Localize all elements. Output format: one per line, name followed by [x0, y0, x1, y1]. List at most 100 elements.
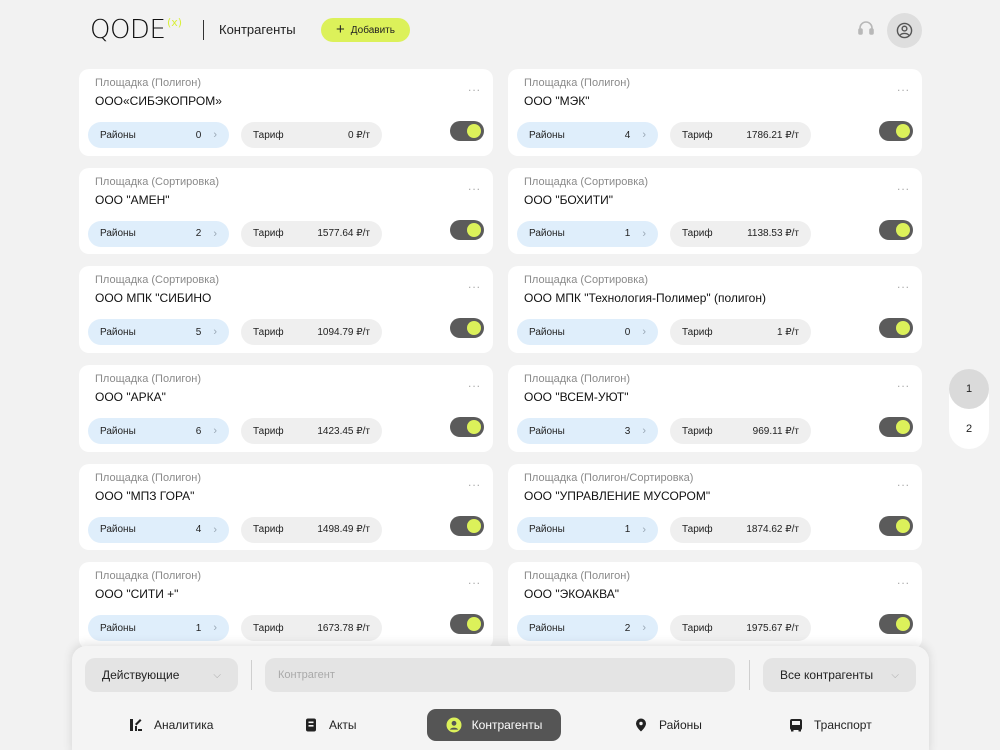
- card-type: Площадка (Сортировка): [95, 175, 220, 188]
- counterparty-card[interactable]: Площадка (Полигон) ООО "МЭК" ... Районы …: [508, 69, 922, 156]
- active-toggle[interactable]: [879, 219, 913, 240]
- status-select[interactable]: Действующие ⌵: [85, 658, 238, 692]
- nav-item-label: Акты: [329, 718, 357, 732]
- tariff-value: 0 ₽/т: [347, 129, 370, 141]
- tariff-label: Тариф: [682, 129, 713, 141]
- counterparty-card[interactable]: Площадка (Полигон) ООО "МПЗ ГОРА" ... Ра…: [79, 463, 493, 551]
- more-icon[interactable]: ...: [897, 377, 910, 389]
- nav-item-transport[interactable]: Транспорт: [772, 709, 888, 741]
- profile-button[interactable]: [887, 13, 922, 48]
- districts-button[interactable]: Районы 1 ›: [88, 615, 229, 642]
- nav-item-label: Контрагенты: [471, 718, 543, 732]
- active-toggle[interactable]: [450, 614, 484, 635]
- card-type: Площадка (Сортировка): [524, 274, 649, 287]
- map-pin-icon: [633, 717, 649, 733]
- districts-button[interactable]: Районы 0 ›: [88, 122, 229, 148]
- districts-button[interactable]: Районы 2 ›: [517, 615, 658, 642]
- active-toggle[interactable]: [879, 318, 913, 339]
- page-1-button[interactable]: 1: [949, 369, 989, 409]
- tariff-label: Тариф: [253, 228, 284, 240]
- add-button[interactable]: + Добавить: [321, 18, 410, 42]
- districts-button[interactable]: Районы 4 ›: [517, 122, 658, 148]
- active-toggle[interactable]: [879, 121, 913, 141]
- districts-button[interactable]: Районы 2 ›: [88, 220, 229, 247]
- nav-item-counterparties[interactable]: Контрагенты: [427, 709, 561, 741]
- type-select-value: Все контрагенты: [780, 668, 874, 682]
- status-select-value: Действующие: [102, 668, 180, 682]
- active-toggle[interactable]: [450, 318, 484, 339]
- logo[interactable]: QODE: [90, 14, 166, 46]
- counterparty-type-select[interactable]: Все контрагенты ⌵: [763, 658, 916, 692]
- counterparty-card[interactable]: Площадка (Сортировка) ООО МПК "СИБИНО ..…: [79, 266, 493, 354]
- districts-count: 6: [195, 425, 202, 437]
- more-icon[interactable]: ...: [897, 180, 910, 192]
- panel-divider: [251, 660, 252, 690]
- tariff-value: 1094.79 ₽/т: [317, 326, 370, 338]
- more-icon[interactable]: ...: [468, 81, 481, 93]
- counterparty-card[interactable]: Площадка (Полигон) ООО "ВСЕМ-УЮТ" ... Ра…: [508, 365, 922, 452]
- tariff-field: Тариф 1138.53 ₽/т: [670, 220, 811, 247]
- toggle-knob: [467, 124, 481, 138]
- districts-button[interactable]: Районы 6 ›: [88, 418, 229, 445]
- counterparty-card[interactable]: Площадка (Полигон) ООО "СИТИ +" ... Райо…: [79, 562, 493, 650]
- card-type: Площадка (Полигон): [524, 77, 631, 89]
- districts-button[interactable]: Районы 1 ›: [517, 220, 658, 247]
- districts-button[interactable]: Районы 0 ›: [517, 319, 658, 346]
- districts-count: 2: [195, 228, 202, 240]
- more-icon[interactable]: ...: [897, 278, 910, 290]
- counterparty-card[interactable]: Площадка (Полигон) ООО "ЭКОАКВА" ... Рай…: [508, 562, 922, 650]
- counterparty-search-input[interactable]: [265, 658, 735, 692]
- active-toggle[interactable]: [879, 614, 913, 635]
- tariff-field: Тариф 1874.62 ₽/т: [670, 516, 811, 543]
- active-toggle[interactable]: [450, 121, 484, 141]
- districts-button[interactable]: Районы 3 ›: [517, 418, 658, 445]
- counterparty-card[interactable]: Площадка (Полигон) ООО«СИБЭКОПРОМ» ... Р…: [79, 69, 493, 156]
- counterparty-card[interactable]: Площадка (Сортировка) ООО МПК "Технологи…: [508, 266, 922, 354]
- chevron-right-icon: ›: [642, 227, 646, 240]
- tariff-field: Тариф 1673.78 ₽/т: [241, 615, 382, 642]
- document-icon: [303, 717, 319, 733]
- more-icon[interactable]: ...: [468, 377, 481, 389]
- districts-label: Районы: [529, 524, 565, 536]
- tariff-label: Тариф: [253, 524, 284, 536]
- districts-count: 2: [624, 622, 631, 634]
- more-icon[interactable]: ...: [468, 278, 481, 290]
- more-icon[interactable]: ...: [468, 574, 481, 586]
- card-type: Площадка (Полигон): [95, 77, 202, 89]
- analytics-icon: [128, 717, 144, 733]
- header: QODE (x) Контрагенты + Добавить: [0, 0, 1000, 60]
- active-toggle[interactable]: [450, 219, 484, 240]
- nav-item-label: Районы: [659, 718, 702, 732]
- tariff-field: Тариф 0 ₽/т: [241, 122, 382, 148]
- counterparty-card[interactable]: Площадка (Сортировка) ООО "АМЕН" ... Рай…: [79, 167, 493, 255]
- tariff-value: 1975.67 ₽/т: [746, 622, 799, 634]
- more-icon[interactable]: ...: [897, 476, 910, 488]
- districts-button[interactable]: Районы 5 ›: [88, 319, 229, 346]
- card-name: ООО "МЭК": [524, 94, 590, 108]
- toggle-knob: [896, 617, 910, 632]
- more-icon[interactable]: ...: [897, 574, 910, 586]
- toggle-knob: [467, 420, 481, 435]
- active-toggle[interactable]: [450, 417, 484, 438]
- districts-button[interactable]: Районы 1 ›: [517, 516, 658, 543]
- headset-icon[interactable]: [856, 19, 876, 39]
- tariff-field: Тариф 1 ₽/т: [670, 319, 811, 346]
- nav-item-analytics[interactable]: Аналитика: [112, 709, 229, 741]
- nav-item-acts[interactable]: Акты: [287, 709, 373, 741]
- active-toggle[interactable]: [879, 515, 913, 536]
- more-icon[interactable]: ...: [468, 180, 481, 192]
- more-icon[interactable]: ...: [468, 476, 481, 488]
- nav-item-districts[interactable]: Районы: [617, 709, 718, 741]
- counterparty-card[interactable]: Площадка (Полигон/Сортировка) ООО "УПРАВ…: [508, 463, 922, 551]
- active-toggle[interactable]: [879, 417, 913, 438]
- active-toggle[interactable]: [450, 515, 484, 536]
- counterparty-card[interactable]: Площадка (Сортировка) ООО "БОХИТИ" ... Р…: [508, 167, 922, 255]
- page-2-button[interactable]: 2: [949, 409, 989, 449]
- tariff-field: Тариф 1786.21 ₽/т: [670, 122, 811, 148]
- districts-label: Районы: [100, 425, 136, 437]
- chevron-right-icon: ›: [213, 326, 217, 339]
- more-icon[interactable]: ...: [897, 81, 910, 93]
- chevron-right-icon: ›: [213, 425, 217, 438]
- counterparty-card[interactable]: Площадка (Полигон) ООО "АРКА" ... Районы…: [79, 365, 493, 452]
- districts-button[interactable]: Районы 4 ›: [88, 516, 229, 543]
